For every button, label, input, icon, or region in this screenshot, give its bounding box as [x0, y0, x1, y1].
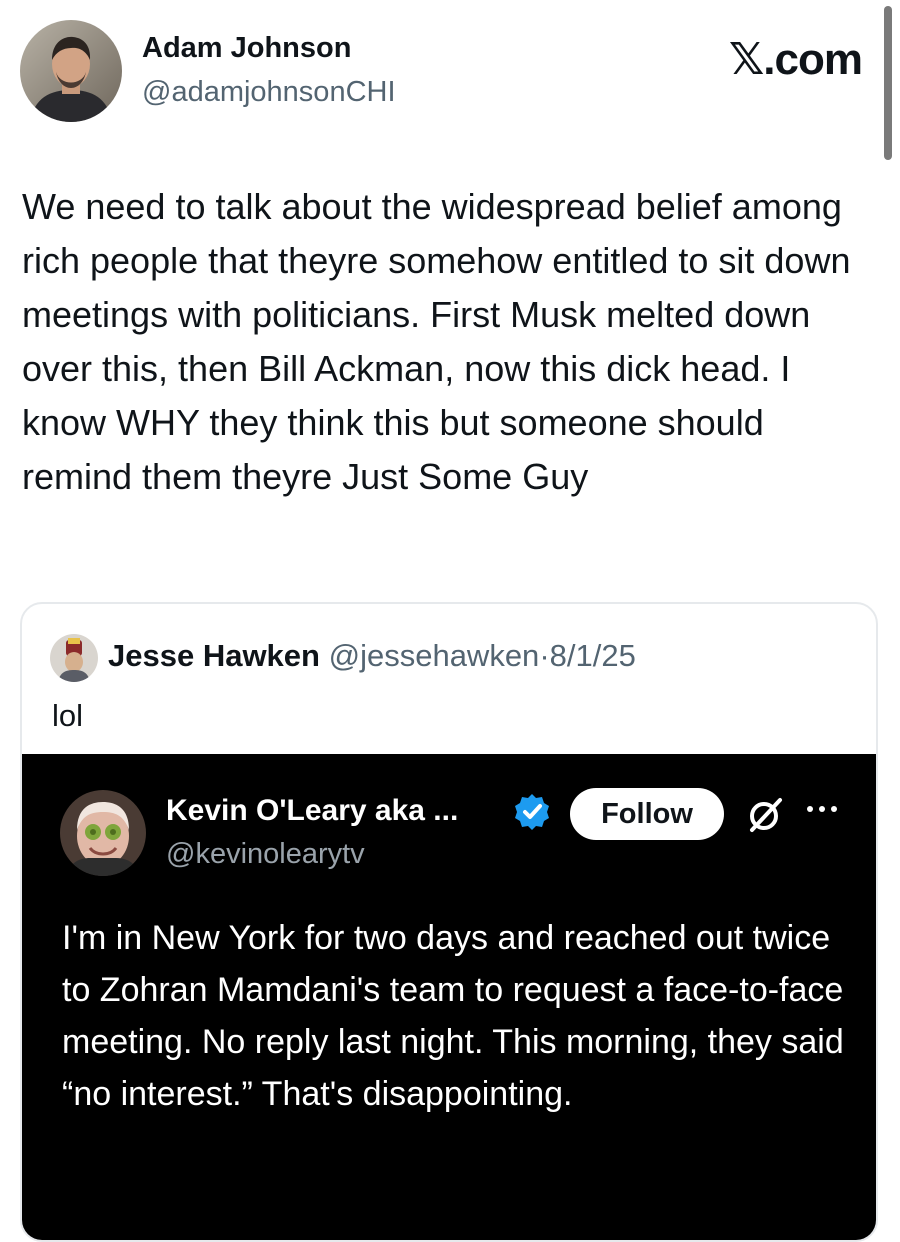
embedded-author-handle: @kevinolearytv: [166, 838, 365, 870]
author-avatar[interactable]: [20, 20, 122, 122]
quote-header: Jesse Hawken @jessehawken·8/1/25: [108, 638, 636, 674]
quote-author-handle[interactable]: @jessehawken: [329, 638, 540, 673]
quote-date[interactable]: 8/1/25: [550, 638, 636, 673]
follow-button: Follow: [570, 788, 724, 840]
more-options-icon: [804, 794, 840, 824]
brand-watermark: 𝕏.com: [728, 35, 863, 84]
tweet-text: We need to talk about the widespread bel…: [22, 186, 851, 497]
verified-badge-icon: [512, 792, 552, 832]
embedded-tweet-text: I'm in New York for two days and reached…: [62, 919, 844, 1113]
quoted-tweet-card[interactable]: Jesse Hawken @jessehawken·8/1/25 lol Kev…: [20, 602, 878, 1242]
author-handle[interactable]: @adamjohnsonCHI: [142, 76, 396, 109]
scrollbar[interactable]: [884, 6, 892, 160]
x-logo-icon: [744, 792, 788, 836]
author-name[interactable]: Adam Johnson: [142, 32, 351, 65]
embedded-author-name: Kevin O'Leary aka ...: [166, 794, 459, 827]
embedded-author-avatar: [60, 790, 146, 876]
quote-separator: ·: [539, 638, 550, 673]
quote-author-avatar[interactable]: [50, 634, 98, 682]
quote-author-name[interactable]: Jesse Hawken: [108, 638, 320, 673]
embedded-tweet-image: Kevin O'Leary aka ... @kevinolearytv Fol…: [22, 754, 876, 1240]
quote-text: lol: [52, 698, 84, 733]
